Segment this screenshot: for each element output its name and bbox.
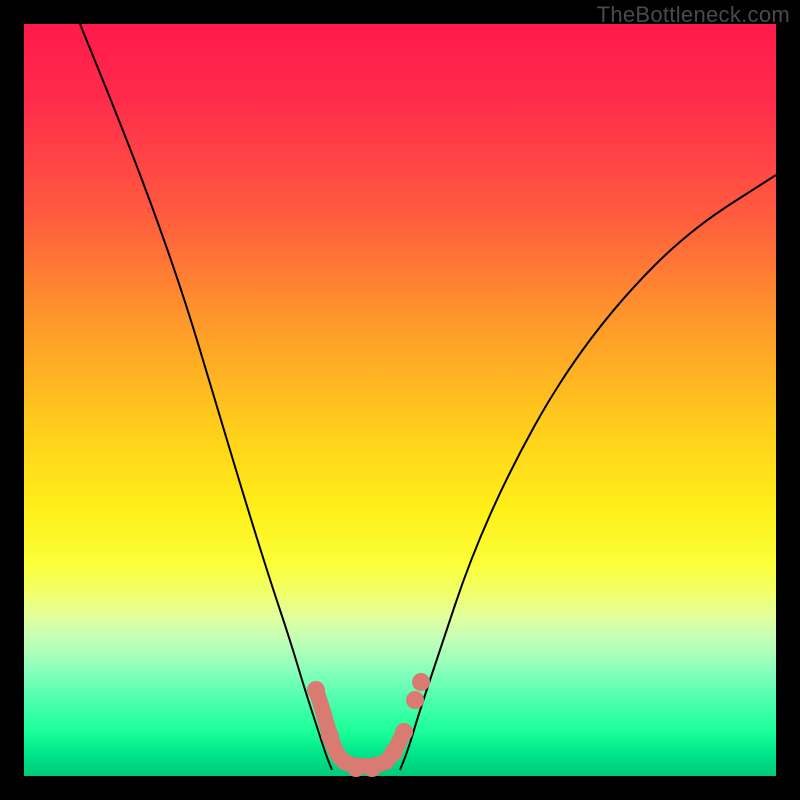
watermark-text: TheBottleneck.com: [597, 2, 790, 28]
data-point-dot: [412, 673, 430, 691]
data-point-dot: [321, 727, 339, 745]
data-point-dot: [363, 759, 381, 777]
data-point-dot: [385, 743, 403, 761]
data-point-dot: [406, 691, 424, 709]
data-point-dot: [395, 723, 413, 741]
chart-svg: [0, 0, 800, 800]
data-point-dot: [307, 681, 325, 699]
data-point-dot: [347, 759, 365, 777]
bottleneck-curve-left: [80, 24, 332, 770]
bottleneck-curve-right: [400, 175, 776, 770]
